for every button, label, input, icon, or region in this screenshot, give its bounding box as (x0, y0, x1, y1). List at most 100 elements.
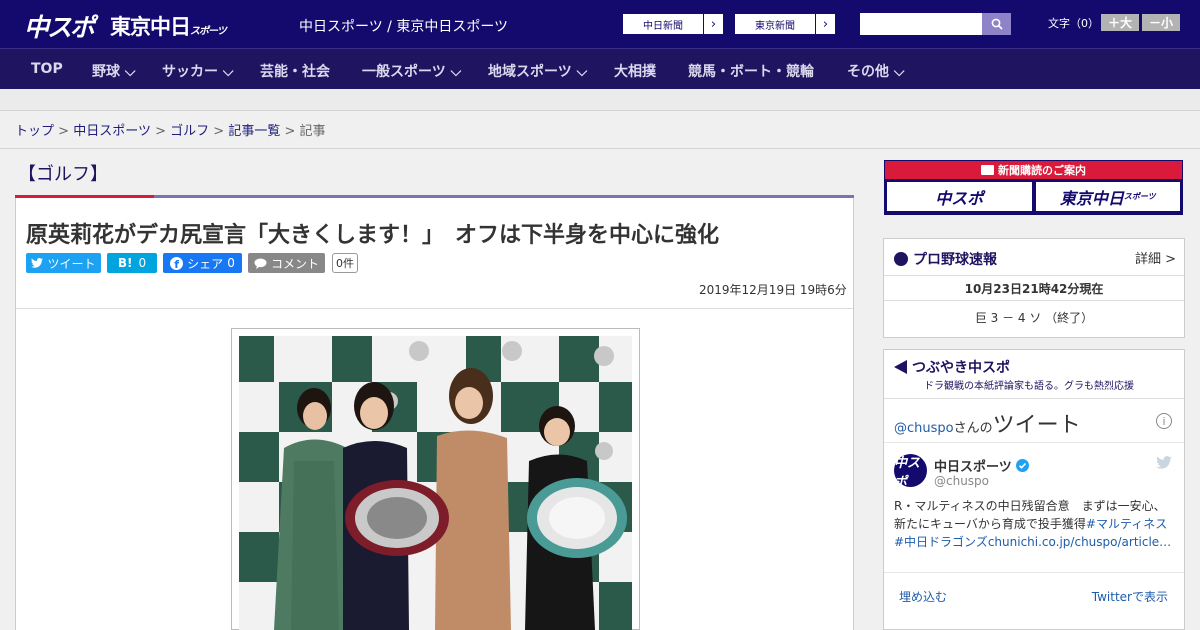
hatena-bookmark-button[interactable]: B! 0 (107, 253, 157, 273)
tokyo-shimbun-button[interactable]: 東京新聞 › (734, 13, 836, 35)
nav-item-label: 地域スポーツ (488, 64, 572, 80)
nav-item-soccer[interactable]: サッカー ⌵ (162, 61, 234, 81)
nav-item-label: 大相撲 (614, 64, 656, 80)
baseball-score[interactable]: 巨 3 － 4 ソ （終了） (884, 309, 1184, 326)
chuspo-logo[interactable]: 中スポ (24, 8, 95, 44)
comment-button-label: コメント (270, 256, 319, 271)
facebook-share-count: 0 (227, 256, 235, 270)
info-icon[interactable]: i (1156, 413, 1172, 429)
nav-item-local-sports[interactable]: 地域スポーツ ⌵ (488, 61, 587, 81)
article-date: 2019年12月19日 19時6分 (699, 283, 847, 297)
hatena-count: 0 (138, 256, 147, 270)
subscription-tokyo-chunichi-logo: 東京中日 スポーツ (1035, 182, 1180, 211)
main-nav: TOP 野球 ⌵ サッカー ⌵ 芸能・社会 一般スポーツ ⌵ 地域スポーツ ⌵ … (0, 48, 1200, 89)
twitter-bird-icon (31, 258, 44, 268)
tweet-hashtag[interactable]: #マルティネス (1086, 517, 1167, 531)
breadcrumb-article-list[interactable]: 記事一覧 (228, 124, 280, 139)
nav-item-label: 競馬・ボート・競輪 (688, 64, 814, 80)
baseball-scores-title: プロ野球速報 (894, 249, 997, 269)
category-underline-accent (15, 195, 154, 198)
category-heading: 【ゴルフ】 (18, 164, 108, 185)
twitter-embed-heading: ツイート (992, 413, 1081, 438)
divider (16, 308, 853, 309)
photo-four-golfers-with-trophies (239, 336, 632, 630)
newspaper-icon (981, 165, 994, 175)
tweet-button[interactable]: ツイート (26, 253, 101, 273)
facebook-share-label: シェア (187, 256, 224, 271)
chevron-down-icon: ⌵ (571, 64, 588, 80)
search-button[interactable] (982, 13, 1011, 35)
search-icon (991, 18, 1003, 30)
tweet-button-label: ツイート (47, 256, 96, 271)
chevron-right-icon: › (703, 14, 723, 34)
tweets-panel-subtitle: ドラ観戦の本紙評論家も語る。グラも熱烈応援 (924, 381, 1134, 392)
subscription-tokyo-chunichi-text: 東京中日 (1059, 188, 1124, 208)
baseball-detail-link[interactable]: 詳細 > (1135, 248, 1176, 267)
tweet-account-handle[interactable]: @chuspo (934, 474, 989, 488)
tokyo-chunichi-logo-small: スポーツ (190, 26, 227, 37)
subscription-banner[interactable]: 新聞購読のご案内 中スポ 東京中日 スポーツ (884, 160, 1183, 215)
nav-item-racing[interactable]: 競馬・ボート・競輪 (688, 61, 814, 81)
subscription-logos: 中スポ 東京中日 スポーツ (885, 179, 1182, 214)
baseball-scores-label: プロ野球速報 (913, 252, 997, 268)
nav-item-label: 一般スポーツ (362, 64, 446, 80)
twitter-handle-link[interactable]: @chuspo (894, 421, 954, 436)
twitter-embed-header: @chuspoさんのツイート (894, 407, 1081, 439)
comment-button[interactable]: コメント (248, 253, 325, 273)
baseball-scores-panel: プロ野球速報 詳細 > 10月23日21時42分現在 巨 3 － 4 ソ （終了… (883, 238, 1185, 338)
breadcrumb-golf[interactable]: ゴルフ (170, 124, 209, 139)
font-smaller-button[interactable]: －小 (1142, 14, 1180, 31)
chevron-down-icon: ⌵ (889, 64, 905, 80)
baseball-timestamp: 10月23日21時42分現在 (884, 275, 1184, 301)
nav-item-general-sports[interactable]: 一般スポーツ ⌵ (362, 61, 461, 81)
tweet-text-line1: R・マルティネスの中日残留合意 まずは一安心、 (894, 499, 1166, 513)
tweet-link[interactable]: chunichi.co.jp/chuspo/article… (988, 535, 1171, 549)
tokyo-shimbun-label: 東京新聞 (755, 20, 795, 32)
tweets-panel-title: つぶやき中スポ (894, 357, 1010, 377)
nav-item-label: 芸能・社会 (260, 64, 330, 80)
nav-item-top[interactable]: TOP (31, 61, 63, 77)
tweet-hashtag[interactable]: #中日ドラゴンズ (894, 535, 988, 549)
breadcrumb-separator: > (155, 124, 166, 139)
twitter-bird-icon[interactable] (1156, 456, 1172, 469)
tweets-panel-label: つぶやき中スポ (912, 360, 1010, 376)
breadcrumb-separator: > (284, 124, 296, 139)
megaphone-icon (894, 360, 907, 374)
nav-item-label: 野球 (92, 64, 120, 80)
chunichi-shimbun-button[interactable]: 中日新聞 › (622, 13, 724, 35)
article-photo[interactable] (239, 336, 632, 630)
site-header: 中スポ 東京中日スポーツ 中日スポーツ / 東京中日スポーツ 中日新聞 › 東京… (0, 0, 1200, 48)
breadcrumb-chuspo[interactable]: 中日スポーツ (73, 124, 151, 139)
nav-item-other[interactable]: その他 ⌵ (847, 61, 905, 81)
subnav-strip (0, 89, 1200, 111)
nav-item-entertainment[interactable]: 芸能・社会 (260, 61, 330, 81)
tweets-panel: つぶやき中スポ ドラ観戦の本紙評論家も語る。グラも熱烈応援 @chuspoさんの… (883, 349, 1185, 630)
tokyo-chunichi-logo[interactable]: 東京中日スポーツ (110, 11, 227, 41)
subscription-chuspo-logo: 中スポ (887, 182, 1032, 211)
nav-item-label: その他 (847, 64, 889, 80)
tweet-account-name[interactable]: 中日スポーツ (934, 456, 1029, 475)
site-links[interactable]: 中日スポーツ / 東京中日スポーツ (299, 16, 508, 36)
tokyo-chunichi-logo-text: 東京中日 (110, 15, 191, 39)
avatar[interactable]: 中スポ (894, 454, 927, 490)
chevron-right-icon: › (815, 14, 835, 34)
chevron-down-icon: ⌵ (218, 64, 234, 80)
view-on-twitter-link[interactable]: Twitterで表示 (1092, 588, 1168, 605)
font-larger-button[interactable]: ＋大 (1101, 14, 1139, 31)
facebook-icon: f (170, 256, 184, 270)
speech-bubble-icon (254, 258, 267, 269)
breadcrumb-separator: > (58, 124, 70, 139)
nav-item-baseball[interactable]: 野球 ⌵ (92, 61, 136, 81)
search-input[interactable] (860, 13, 982, 35)
breadcrumb-top[interactable]: トップ (15, 124, 54, 139)
article-title: 原英莉花がデカ尻宣言「大きくします！」 オフは下半身を中心に強化 (26, 223, 720, 248)
chevron-down-icon: ⌵ (120, 64, 136, 80)
embed-link[interactable]: 埋め込む (899, 588, 947, 605)
chevron-down-icon: ⌵ (445, 64, 462, 80)
subscription-banner-title: 新聞購読のご案内 (885, 161, 1182, 179)
facebook-share-button[interactable]: f シェア 0 (163, 253, 242, 273)
nav-item-sumo[interactable]: 大相撲 (614, 61, 656, 81)
twitter-embed: @chuspoさんのツイート i 中スポ 中日スポーツ @chuspo R・マル… (884, 398, 1184, 630)
chunichi-shimbun-label: 中日新聞 (643, 20, 683, 32)
breadcrumb-separator: > (213, 124, 225, 139)
